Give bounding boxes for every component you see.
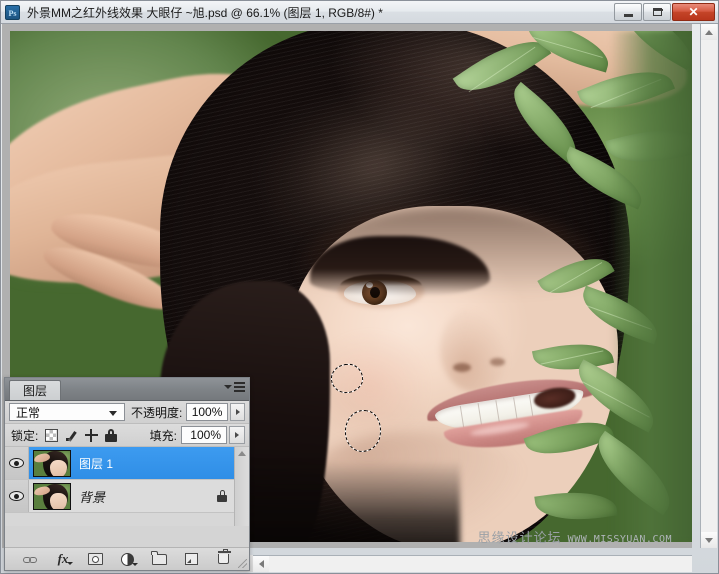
layer-thumbnail-cell[interactable]: [29, 482, 75, 510]
photoshop-window: Ps 外景MM之红外线效果 大眼仔 ~旭.psd @ 66.1% (图层 1, …: [0, 0, 719, 574]
vertical-scrollbar[interactable]: [700, 24, 717, 548]
tab-layers[interactable]: 图层: [9, 380, 62, 400]
opacity-input[interactable]: 100%: [186, 403, 229, 421]
foliage-right-edge: [610, 31, 692, 542]
chevron-right-icon: [235, 432, 239, 438]
panel-resize-handle[interactable]: [238, 559, 247, 568]
scroll-left-button[interactable]: [253, 556, 269, 572]
opacity-value: 100%: [191, 405, 223, 419]
nose-shadow: [440, 306, 510, 392]
layer-locked-icon: [217, 490, 227, 502]
horizontal-scrollbar[interactable]: [253, 555, 692, 572]
layers-panel: 图层 正常 不透明度: 100% 锁定: 填充: 100% 图层 1 背景 fx: [4, 377, 250, 571]
chevron-down-icon: [705, 537, 713, 543]
tab-layers-label: 图层: [23, 384, 48, 398]
layer-list[interactable]: 图层 1 背景: [5, 447, 249, 526]
chevron-up-icon: [705, 29, 713, 35]
layer-thumbnail-portrait: [33, 449, 71, 477]
layer-list-scrollbar[interactable]: [234, 447, 249, 526]
layer-thumbnail-cell[interactable]: [29, 449, 75, 477]
new-adjustment-layer-icon[interactable]: [119, 552, 138, 567]
panel-tab-bar: 图层: [5, 378, 249, 401]
maximize-icon: [652, 8, 663, 16]
lock-transparent-pixels-icon[interactable]: [45, 428, 59, 442]
layer-name-label: 背景: [79, 489, 106, 505]
minimize-icon: [623, 13, 633, 17]
lock-all-icon[interactable]: [105, 428, 118, 442]
layer-style-fx-icon[interactable]: fx: [55, 551, 73, 567]
chevron-up-icon: [238, 451, 246, 456]
layer-row-1[interactable]: 图层 1: [5, 447, 249, 480]
layer-list-scroll-up[interactable]: [235, 447, 249, 460]
window-title: 外景MM之红外线效果 大眼仔 ~旭.psd @ 66.1% (图层 1, RGB…: [27, 5, 383, 20]
chevron-down-icon: [108, 411, 117, 416]
blend-mode-select[interactable]: 正常: [9, 403, 125, 421]
layer-name-label: 图层 1: [79, 456, 114, 471]
leaf: [534, 485, 618, 527]
chevron-down-icon: [224, 385, 232, 389]
maximize-button[interactable]: [643, 3, 671, 21]
layer-visibility-toggle[interactable]: [5, 480, 29, 512]
scroll-down-button[interactable]: [701, 532, 717, 548]
lock-position-icon[interactable]: [85, 428, 99, 442]
chevron-left-icon: [258, 560, 264, 568]
photoshop-logo-icon: Ps: [5, 4, 20, 20]
nostril-left: [453, 363, 471, 372]
opacity-label: 不透明度:: [130, 405, 183, 420]
eye-icon: [9, 491, 24, 501]
close-button[interactable]: ✕: [672, 3, 715, 21]
lock-fill-row: 锁定: 填充: 100%: [5, 424, 249, 447]
fill-value: 100%: [190, 428, 221, 442]
delete-layer-icon[interactable]: [215, 549, 232, 567]
lock-image-pixels-icon[interactable]: [65, 429, 78, 442]
window-controls: ✕: [614, 3, 715, 21]
minimize-button[interactable]: [614, 3, 642, 21]
close-icon: ✕: [688, 5, 699, 19]
nostril-right: [490, 358, 505, 366]
scroll-up-button[interactable]: [701, 24, 717, 40]
fill-stepper[interactable]: [229, 426, 245, 444]
opacity-stepper[interactable]: [230, 403, 245, 421]
link-layers-icon[interactable]: [22, 552, 40, 567]
add-layer-mask-icon[interactable]: [87, 552, 104, 567]
lock-label: 锁定:: [11, 428, 39, 443]
fill-label: 填充:: [149, 428, 177, 443]
layer-thumbnail-portrait: [33, 482, 71, 510]
panel-menu-button[interactable]: [224, 382, 245, 392]
layers-panel-footer: fx: [5, 547, 249, 570]
new-group-icon[interactable]: [151, 550, 168, 567]
panel-menu-icon: [234, 382, 245, 392]
layer-visibility-toggle[interactable]: [5, 447, 29, 479]
blend-opacity-row: 正常 不透明度: 100%: [5, 401, 249, 424]
panel-body: 正常 不透明度: 100% 锁定: 填充: 100% 图层 1 背景 fx: [5, 401, 249, 570]
fill-input[interactable]: 100%: [181, 426, 227, 444]
chevron-right-icon: [235, 409, 240, 415]
eye-icon: [9, 458, 24, 468]
title-bar[interactable]: Ps 外景MM之红外线效果 大眼仔 ~旭.psd @ 66.1% (图层 1, …: [1, 1, 718, 24]
blend-mode-value: 正常: [16, 405, 41, 420]
lock-buttons: [45, 428, 118, 442]
new-layer-icon[interactable]: [183, 552, 200, 567]
layer-row-2[interactable]: 背景: [5, 480, 249, 513]
